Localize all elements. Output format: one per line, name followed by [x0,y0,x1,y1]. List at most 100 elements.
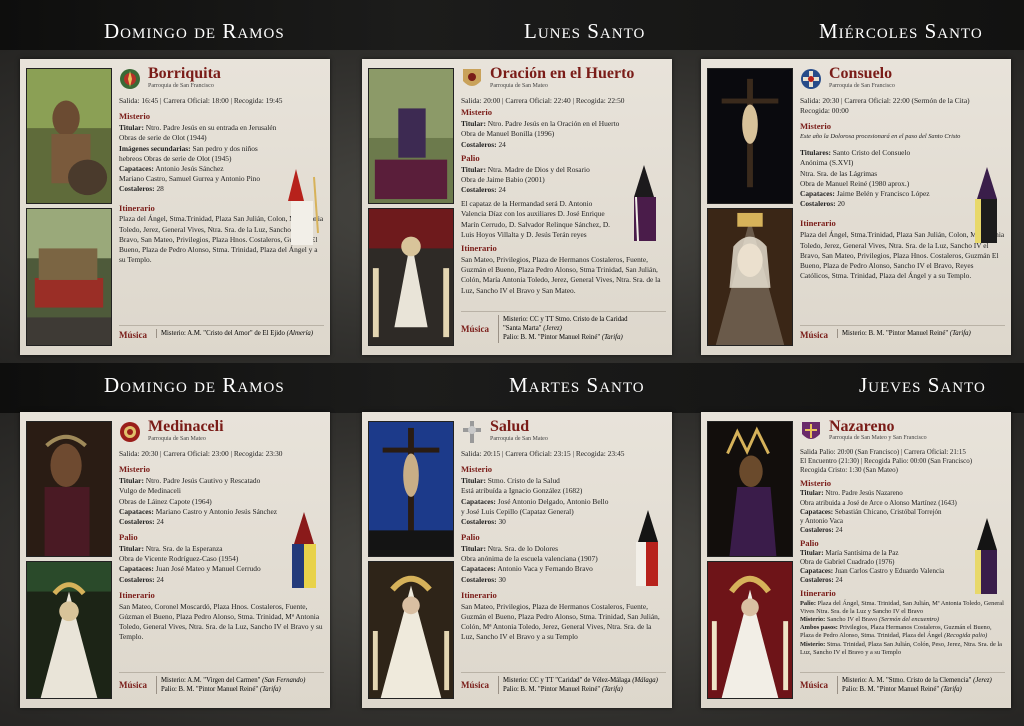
text-line: Costaleros: 24 [461,140,666,150]
text-line: Capataces: [119,163,154,173]
brotherhood-card-oracion: Oración en el Huerto Parroquia de San Ma… [362,59,672,355]
music-section: Música Misterio: A.M. "Cristo del Amor" … [119,325,324,347]
text-line: Ntra. Sra. de la Esperanza [145,544,223,554]
itinerary-text: San Mateo, Privilegios, Plaza de Hermano… [461,254,661,295]
text-line: Costaleros: [119,184,155,194]
text-line: José Antonio Delgado, Antonio Bello [497,496,609,506]
text-line: Palio: B. M. "Pintor Manuel Reiné" [503,686,601,694]
text-line: Titular: [119,123,144,133]
text-line: Obras de Láinez Capote (1964) [119,496,212,506]
text-line: 24 [835,525,843,534]
parish-label: Parroquia de San Mateo [148,436,206,442]
text-line: Costaleros: [461,139,497,149]
nazareno-icon [634,165,656,241]
text-line: Juan Carlos Castro y Eduardo Valencia [834,567,945,576]
section-misterio: Misterio [119,111,151,122]
itinerary-text: Palio: Plaza del Ángel, Stma. Trinidad, … [800,600,1005,657]
text-line: Misterio: A.M. "Cristo del Amor" de El E… [161,330,285,337]
parish-label: Parroquia de San Mateo [490,436,548,442]
text-line: Titular: Ntro. Padre Jesús Cautivo y Res… [119,476,324,486]
photo-paso [26,208,112,346]
crest-icon [801,69,821,89]
day-heading: Miércoles Santo [819,19,983,43]
brotherhood-card-salud: Salud Parroquia de San Mateo Salida: 20:… [362,412,672,708]
text-line: Jaime Belén y Francisco López [836,189,930,198]
section-misterio: Misterio [119,464,151,475]
text-line: Costaleros: [461,516,497,526]
text-line: Titular: Ntro. Padre Jesús en su entrada… [119,123,324,133]
text-line: Palio: B. M. "Pintor Manuel Reiné" (Tari… [503,685,658,694]
brotherhood-name: Medinaceli [148,418,224,435]
nazareno-icon [288,169,319,245]
text-line: Misterio: A.M. "Cristo del Amor" de El E… [156,329,314,339]
music-section: Música Misterio: CC y TT "Caridad" de Vé… [461,672,666,700]
brotherhood-card-borriquita: Borriquita Parroquia de San Francisco Sa… [20,59,330,355]
text-line: hebreos Obras de serie de Olot (1945) [119,153,232,163]
day-heading: Domingo de Ramos [104,19,285,43]
text-line: 24 [156,516,164,526]
text-line: Costaleros: [461,574,497,584]
music-label: Música [461,680,489,690]
text-line: Antonio Jesús Sánchez [155,163,224,173]
text-line: Capataces: [800,507,834,516]
text-line: Palio: B. M. "Pintor Manuel Reiné" (Tari… [842,685,992,694]
music-label: Música [119,680,147,690]
text-line: Está atribuída a Ignacio González (1682) [461,486,583,496]
text-line: Titular: [461,164,486,174]
text-line: Stma. Trinidad, Plaza San Julián, Colón,… [800,640,1002,656]
text-line: Misterio: Stma. Trinidad, Plaza San Juli… [800,641,1005,657]
text-line: Misterio: Sancho IV el Bravo (Sermón del… [800,616,1005,624]
text-line: María Santísima de la Paz [825,549,899,558]
photo-palio [707,561,793,699]
text-line: Titulares: [800,148,831,158]
text-line: Misterio: A. M. "Stmo. Cristo de la Clem… [842,676,992,685]
schedule: Salida: 20:15 | Carrera Oficial: 23:15 |… [461,449,625,458]
music-section: Música Misterio: B. M. "Pintor Manuel Re… [800,325,1005,347]
text-line: 30 [498,516,506,526]
text-line: Misterio: B. M. "Pintor Manuel Reiné" (T… [837,329,971,339]
schedule: Salida Palio: 20:00 (San Francisco) | Ca… [800,448,966,456]
text-line: Juan José Mateo y Manuel Cerrudo [155,564,261,574]
text-line: Palio: B. M. "Pintor Manuel Reiné" (Tari… [161,685,305,694]
text-line: Titular: Ntro. Padre Jesús Nazareno [800,489,1005,498]
itinerary-text: San Mateo, Privilegios, Plaza de Hermano… [461,601,660,642]
text-line: Mariano Castro y Antonio Jesús Sánchez [155,506,278,516]
nazareno-icon [975,167,997,243]
brotherhood-card-consuelo: Consuelo Parroquia de San Francisco Sali… [701,59,1011,355]
text-line: Imágenes secundarias: San pedro y dos ni… [119,144,324,154]
text-line: 30 [498,574,506,584]
text-line: Ambos pasos: [800,624,838,632]
text-line: Palio: [800,599,816,607]
text-line: (Jerez) [973,677,992,684]
text-line: Stmo. Cristo de la Salud [487,476,560,486]
text-line: Titular: Stmo. Cristo de la Salud [461,476,666,486]
text-line: Recogida Cristo: 1:30 (San Mateo) [800,466,898,475]
section-itinerario: Itinerario [461,589,497,600]
photo-misterio [368,68,454,204]
text-line: Costaleros: [800,199,836,209]
text-line: (San Fernando) [262,677,306,684]
text-line: Capataces: [461,564,496,574]
text-line: Misterio: [800,616,826,624]
music-section: Música Misterio: A.M. "Virgen del Carmen… [119,672,324,700]
text-line: Ntro. Padre Jesús Nazareno [825,489,903,498]
text-line: 20 [837,199,845,209]
text-line: Misterio: A. M. "Stmo. Cristo de la Clem… [837,676,992,695]
music-label: Música [800,330,828,340]
text-line: (Almería) [286,330,314,337]
text-line: Titular: [119,544,144,554]
text-line: Misterio: CC y TT "Caridad" de Vélez-Mál… [503,677,631,684]
text-line: (Tarifa) [259,686,281,694]
capataz-note: El capataz de la Hermandad será D. Anton… [461,199,611,239]
text-line: Santo Cristo del Consuelo [832,148,911,158]
photo-dolorosa [368,561,454,699]
photo-cristo [707,68,793,204]
text-line: (Tarifa) [601,686,623,694]
schedule: Salida: 20:00 | Carrera Oficial: 22:40 |… [461,96,625,105]
text-line: Costaleros: [800,525,834,534]
brotherhood-name: Salud [490,418,530,435]
text-line: Sancho IV el Bravo [826,616,878,624]
text-line: Costaleros: [461,185,497,195]
text-line: Capataces: [119,506,154,516]
brotherhood-name: Oración en el Huerto [490,65,635,82]
